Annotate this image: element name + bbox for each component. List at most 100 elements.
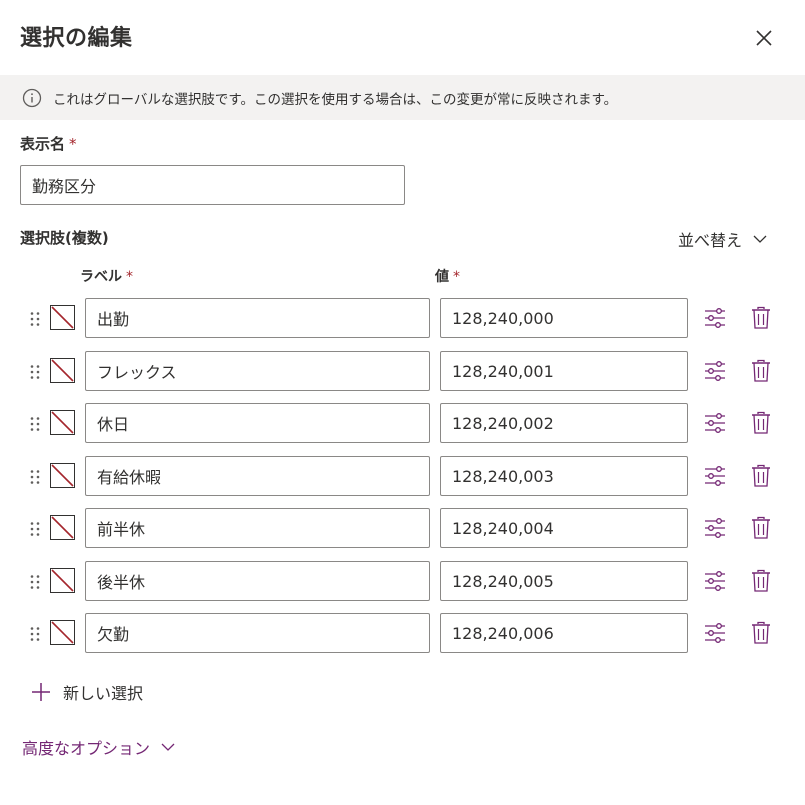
drag-handle-icon[interactable] — [29, 626, 41, 642]
no-color-icon — [51, 359, 74, 382]
trash-icon — [752, 621, 770, 644]
drag-handle-icon[interactable] — [29, 469, 41, 485]
choice-delete-button[interactable] — [750, 306, 772, 330]
choice-value-input[interactable] — [440, 456, 688, 496]
display-name-label-text: 表示名 — [20, 135, 66, 153]
choice-row — [0, 508, 805, 548]
drag-dots-icon — [30, 417, 40, 431]
info-banner: これはグローバルな選択肢です。この選択を使用する場合は、この変更が常に反映されま… — [0, 75, 805, 120]
drag-dots-icon — [30, 470, 40, 484]
trash-icon — [752, 359, 770, 382]
drag-dots-icon — [30, 365, 40, 379]
new-choice-button[interactable]: 新しい選択 — [31, 680, 143, 704]
choice-settings-button[interactable] — [703, 307, 727, 329]
info-icon — [22, 88, 42, 107]
color-swatch-button[interactable] — [50, 515, 75, 540]
drag-handle-icon[interactable] — [29, 416, 41, 432]
color-swatch-button[interactable] — [50, 305, 75, 330]
choice-label-input[interactable] — [85, 613, 430, 653]
choice-settings-button[interactable] — [703, 622, 727, 644]
color-swatch-button[interactable] — [50, 568, 75, 593]
drag-handle-icon[interactable] — [29, 521, 41, 537]
choice-value-input[interactable] — [440, 351, 688, 391]
no-color-icon — [51, 516, 74, 539]
choice-label-input[interactable] — [85, 456, 430, 496]
choice-delete-button[interactable] — [750, 464, 772, 488]
choice-value-input[interactable] — [440, 298, 688, 338]
color-swatch-button[interactable] — [50, 358, 75, 383]
color-swatch-button[interactable] — [50, 410, 75, 435]
choice-settings-button[interactable] — [703, 517, 727, 539]
sort-label: 並べ替え — [678, 231, 743, 250]
color-swatch-button[interactable] — [50, 463, 75, 488]
settings-sliders-icon — [705, 413, 725, 433]
choice-value-input[interactable] — [440, 613, 688, 653]
choice-label-input[interactable] — [85, 508, 430, 548]
drag-dots-icon — [30, 627, 40, 641]
column-header-label: ラベル * — [80, 266, 133, 286]
choice-row — [0, 351, 805, 391]
settings-sliders-icon — [705, 361, 725, 381]
choice-label-input[interactable] — [85, 351, 430, 391]
column-header-label-text: ラベル — [80, 269, 122, 285]
choice-value-input[interactable] — [440, 561, 688, 601]
no-color-icon — [51, 411, 74, 434]
drag-dots-icon — [30, 522, 40, 536]
settings-sliders-icon — [705, 518, 725, 538]
trash-icon — [752, 516, 770, 539]
choice-settings-button[interactable] — [703, 570, 727, 592]
drag-dots-icon — [30, 575, 40, 589]
choice-row — [0, 613, 805, 653]
no-color-icon — [51, 621, 74, 644]
display-name-input[interactable] — [20, 165, 405, 205]
dialog-header: 選択の編集 — [0, 0, 805, 75]
sort-dropdown[interactable]: 並べ替え — [678, 227, 768, 251]
advanced-options-label: 高度なオプション — [22, 739, 151, 758]
choice-row — [0, 298, 805, 338]
drag-handle-icon[interactable] — [29, 364, 41, 380]
choice-delete-button[interactable] — [750, 621, 772, 645]
choices-label: 選択肢(複数) — [20, 229, 109, 247]
choice-value-input[interactable] — [440, 508, 688, 548]
info-text: これはグローバルな選択肢です。この選択を使用する場合は、この変更が常に反映されま… — [53, 91, 618, 108]
display-name-label: 表示名 * — [20, 133, 77, 154]
choice-settings-button[interactable] — [703, 412, 727, 434]
no-color-icon — [51, 306, 74, 329]
required-mark: * — [69, 135, 77, 153]
required-mark: * — [126, 269, 133, 285]
settings-sliders-icon — [705, 308, 725, 328]
dialog-title: 選択の編集 — [20, 26, 133, 51]
plus-icon — [32, 683, 50, 701]
no-color-icon — [51, 569, 74, 592]
advanced-options-link[interactable]: 高度なオプション — [22, 735, 176, 759]
choice-row — [0, 456, 805, 496]
drag-handle-icon[interactable] — [29, 311, 41, 327]
column-header-value: 値 * — [435, 266, 460, 286]
settings-sliders-icon — [705, 466, 725, 486]
trash-icon — [752, 464, 770, 487]
settings-sliders-icon — [705, 623, 725, 643]
color-swatch-button[interactable] — [50, 620, 75, 645]
drag-handle-icon[interactable] — [29, 574, 41, 590]
choice-row — [0, 403, 805, 443]
choice-label-input[interactable] — [85, 403, 430, 443]
choice-label-input[interactable] — [85, 561, 430, 601]
trash-icon — [752, 306, 770, 329]
settings-sliders-icon — [705, 571, 725, 591]
choice-delete-button[interactable] — [750, 359, 772, 383]
chevron-down-icon — [753, 235, 767, 243]
choice-label-input[interactable] — [85, 298, 430, 338]
choice-settings-button[interactable] — [703, 465, 727, 487]
choice-delete-button[interactable] — [750, 569, 772, 593]
choice-delete-button[interactable] — [750, 516, 772, 540]
close-button[interactable] — [752, 26, 776, 50]
choice-delete-button[interactable] — [750, 411, 772, 435]
column-header-value-text: 値 — [435, 269, 449, 285]
choice-settings-button[interactable] — [703, 360, 727, 382]
choice-value-input[interactable] — [440, 403, 688, 443]
drag-dots-icon — [30, 312, 40, 326]
required-mark: * — [453, 269, 460, 285]
no-color-icon — [51, 464, 74, 487]
chevron-down-icon — [161, 743, 175, 751]
choice-row — [0, 561, 805, 601]
